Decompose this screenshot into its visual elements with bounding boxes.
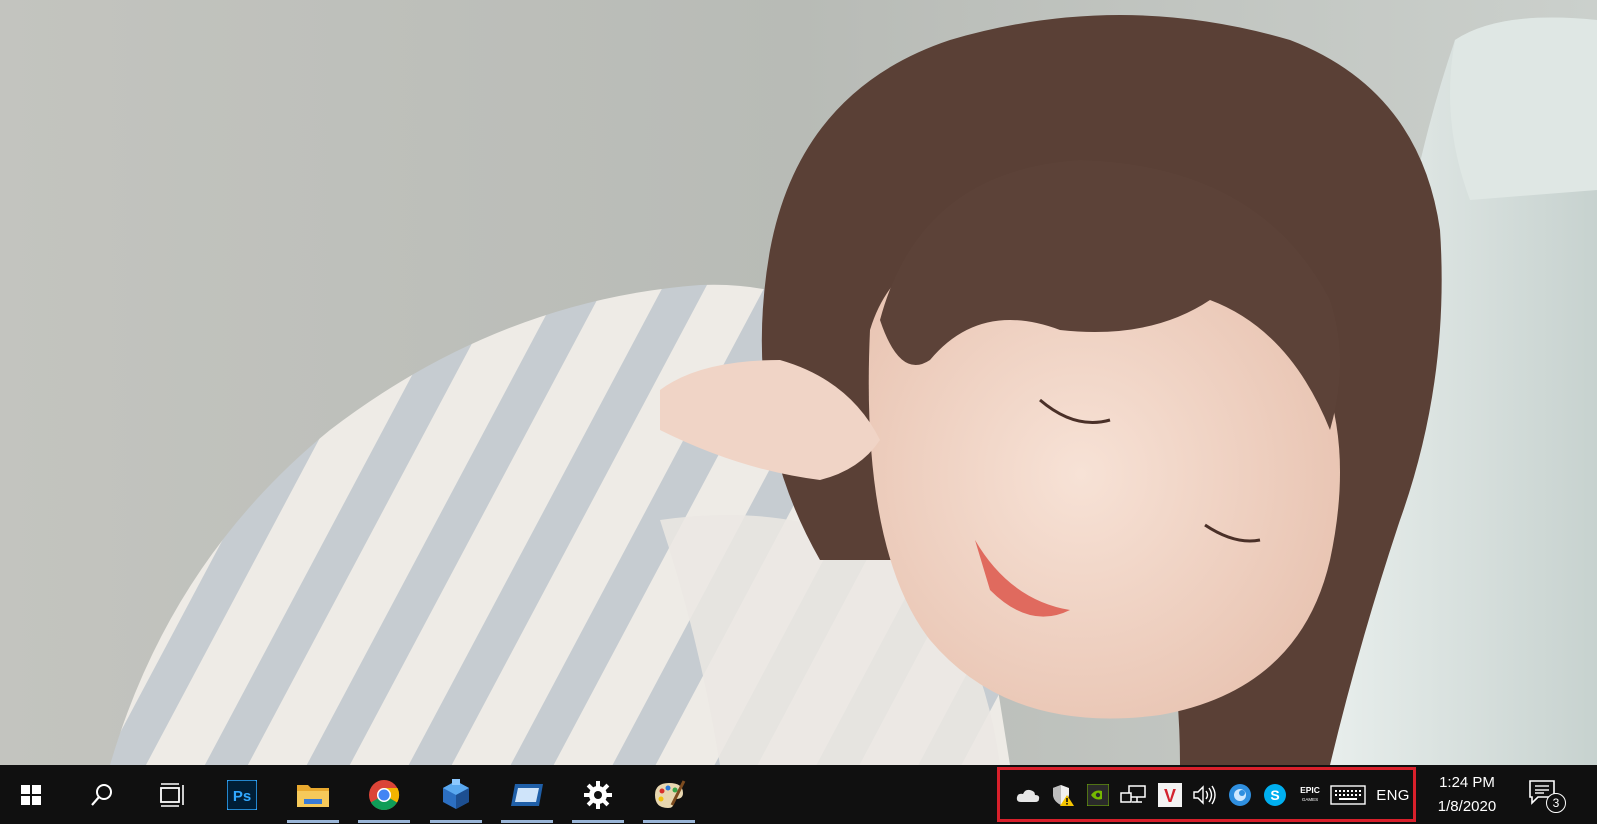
defender-warning-icon (1053, 785, 1074, 806)
tray-network[interactable] (1118, 771, 1148, 819)
input-language-label: ENG (1376, 786, 1410, 804)
onedrive-icon (1016, 789, 1040, 802)
tray-onedrive[interactable] (1013, 771, 1043, 819)
tray-v-app[interactable]: V (1155, 771, 1185, 819)
taskbar-settings[interactable] (569, 765, 627, 824)
paint-palette-icon (655, 779, 686, 808)
touch-keyboard-icon (1330, 785, 1366, 805)
gear-icon (584, 780, 612, 809)
taskbar-app-window[interactable] (498, 765, 556, 824)
tray-epic-games[interactable]: EPIC GAMES (1295, 771, 1325, 819)
v-app-icon: V (1158, 783, 1182, 807)
notification-count-badge: 3 (1546, 793, 1566, 813)
start-button[interactable] (0, 765, 62, 824)
network-icon (1120, 785, 1146, 803)
taskbar-file-explorer[interactable] (284, 765, 342, 824)
clock-date: 1/8/2020 (1437, 798, 1497, 815)
tray-volume[interactable] (1190, 771, 1220, 819)
skype-icon: S (1264, 784, 1286, 806)
windows-logo-icon (21, 784, 41, 805)
svg-text:S: S (1270, 787, 1279, 803)
chrome-icon (369, 779, 400, 810)
nvidia-icon (1087, 784, 1109, 806)
volume-icon (1193, 785, 1216, 805)
clock-time: 1:24 PM (1439, 774, 1495, 791)
tray-windows-security[interactable] (1048, 771, 1078, 819)
cube-app-icon (443, 778, 469, 809)
svg-text:GAMES: GAMES (1302, 797, 1318, 802)
tray-skype[interactable]: S (1260, 771, 1290, 819)
photoshop-icon: Ps (227, 779, 257, 810)
action-center-button[interactable]: 3 (1528, 779, 1568, 815)
taskbar-clock[interactable]: 1:24 PM 1/8/2020 (1424, 770, 1510, 820)
search-button[interactable] (72, 765, 132, 824)
svg-text:EPIC: EPIC (1300, 785, 1320, 795)
window-app-icon (511, 783, 543, 806)
task-view-button[interactable] (143, 765, 203, 824)
epic-games-icon: EPIC GAMES (1300, 785, 1320, 802)
taskbar-photoshop[interactable]: Ps (213, 765, 271, 824)
wallpaper-photo (0, 0, 1597, 765)
tray-nvidia[interactable] (1083, 771, 1113, 819)
svg-text:V: V (1164, 786, 1176, 806)
blue-circle-app-icon (1229, 784, 1251, 806)
taskbar-paint[interactable] (640, 765, 698, 824)
taskbar-chrome[interactable] (355, 765, 413, 824)
desktop-wallpaper (0, 0, 1597, 765)
svg-text:Ps: Ps (233, 788, 251, 805)
tray-blue-circle-app[interactable] (1225, 771, 1255, 819)
tray-language[interactable]: ENG (1373, 771, 1413, 819)
taskbar-app-cube[interactable] (427, 765, 485, 824)
folder-icon (297, 784, 329, 807)
search-icon (91, 783, 112, 806)
tray-touch-keyboard[interactable] (1328, 771, 1368, 819)
task-view-icon (160, 782, 184, 807)
